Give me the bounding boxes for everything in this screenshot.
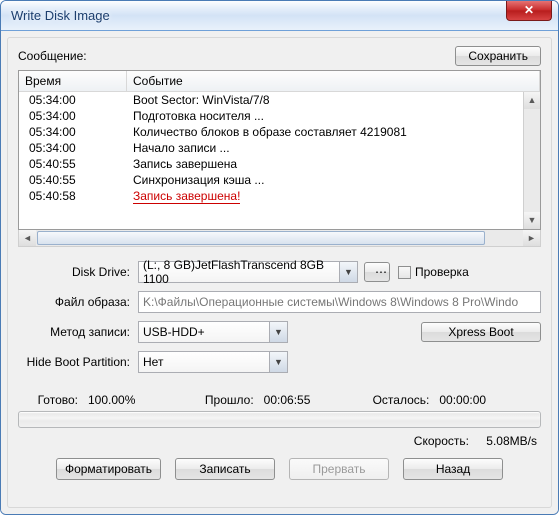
write-button[interactable]: Записать bbox=[175, 458, 275, 480]
disk-drive-label: Disk Drive: bbox=[18, 265, 138, 279]
log-row[interactable]: 05:34:00Boot Sector: WinVista/7/8 bbox=[19, 92, 540, 108]
log-event: Запись завершена! bbox=[133, 189, 534, 204]
ready-value: 100.00% bbox=[88, 393, 135, 407]
scroll-left-icon[interactable]: ◄ bbox=[19, 230, 36, 246]
format-button[interactable]: Форматировать bbox=[56, 458, 161, 480]
column-event[interactable]: Событие bbox=[127, 71, 540, 91]
message-label: Сообщение: bbox=[18, 49, 455, 63]
xpress-boot-button[interactable]: Xpress Boot bbox=[421, 322, 541, 342]
scroll-up-icon[interactable]: ▲ bbox=[524, 92, 540, 109]
remain-value: 00:00:00 bbox=[439, 393, 486, 407]
write-method-combo[interactable]: USB-HDD+ ▼ bbox=[138, 321, 288, 343]
log-time: 05:40:55 bbox=[25, 173, 133, 187]
chevron-down-icon[interactable]: ▼ bbox=[269, 352, 287, 372]
log-event: Количество блоков в образе составляет 42… bbox=[133, 125, 534, 139]
scrollbar-thumb[interactable] bbox=[37, 231, 485, 245]
horizontal-scrollbar[interactable]: ◄ ► bbox=[18, 230, 541, 247]
close-button[interactable]: ✕ bbox=[506, 1, 552, 21]
chevron-down-icon[interactable]: ▼ bbox=[269, 322, 287, 342]
window-title: Write Disk Image bbox=[11, 8, 110, 23]
log-event: Boot Sector: WinVista/7/8 bbox=[133, 93, 534, 107]
speed-label: Скорость: bbox=[379, 434, 469, 448]
back-button[interactable]: Назад bbox=[403, 458, 503, 480]
log-table: Время Событие 05:34:00Boot Sector: WinVi… bbox=[18, 70, 541, 230]
log-time: 05:34:00 bbox=[25, 109, 133, 123]
vertical-scrollbar[interactable]: ▲ ▼ bbox=[523, 92, 540, 229]
verify-checkbox[interactable] bbox=[398, 266, 411, 279]
log-time: 05:34:00 bbox=[25, 125, 133, 139]
log-time: 05:40:58 bbox=[25, 189, 133, 204]
drive-browse-button[interactable]: ⋯ bbox=[364, 262, 390, 282]
log-time: 05:34:00 bbox=[25, 93, 133, 107]
verify-label: Проверка bbox=[415, 265, 469, 279]
speed-value: 5.08MB/s bbox=[486, 434, 537, 448]
disk-drive-combo[interactable]: (L:, 8 GB)JetFlashTranscend 8GB 1100 ▼ bbox=[138, 261, 358, 283]
log-row[interactable]: 05:34:00Количество блоков в образе соста… bbox=[19, 124, 540, 140]
elapsed-label: Прошло: bbox=[194, 393, 254, 407]
hide-boot-label: Hide Boot Partition: bbox=[18, 355, 138, 369]
log-event: Синхронизация кэша ... bbox=[133, 173, 534, 187]
log-row[interactable]: 05:34:00Начало записи ... bbox=[19, 140, 540, 156]
titlebar[interactable]: Write Disk Image ✕ bbox=[1, 1, 558, 31]
progress-bar bbox=[18, 411, 541, 428]
log-event: Запись завершена bbox=[133, 157, 534, 171]
abort-button: Прервать bbox=[289, 458, 389, 480]
image-file-field[interactable]: K:\Файлы\Операционные системы\Windows 8\… bbox=[138, 291, 541, 313]
log-time: 05:40:55 bbox=[25, 157, 133, 171]
scroll-right-icon[interactable]: ► bbox=[523, 230, 540, 246]
log-row[interactable]: 05:40:58Запись завершена! bbox=[19, 188, 540, 205]
log-row[interactable]: 05:40:55Синхронизация кэша ... bbox=[19, 172, 540, 188]
chevron-down-icon[interactable]: ▼ bbox=[339, 262, 357, 282]
image-file-label: Файл образа: bbox=[18, 295, 138, 309]
log-time: 05:34:00 bbox=[25, 141, 133, 155]
ready-label: Готово: bbox=[18, 393, 78, 407]
hide-boot-combo[interactable]: Нет ▼ bbox=[138, 351, 288, 373]
scroll-down-icon[interactable]: ▼ bbox=[524, 212, 540, 229]
column-time[interactable]: Время bbox=[19, 71, 127, 91]
log-row[interactable]: 05:34:00Подготовка носителя ... bbox=[19, 108, 540, 124]
write-method-label: Метод записи: bbox=[18, 325, 138, 339]
log-event: Начало записи ... bbox=[133, 141, 534, 155]
log-event: Подготовка носителя ... bbox=[133, 109, 534, 123]
log-row[interactable]: 05:40:55Запись завершена bbox=[19, 156, 540, 172]
elapsed-value: 00:06:55 bbox=[264, 393, 311, 407]
save-button[interactable]: Сохранить bbox=[455, 46, 541, 66]
remain-label: Осталось: bbox=[369, 393, 429, 407]
